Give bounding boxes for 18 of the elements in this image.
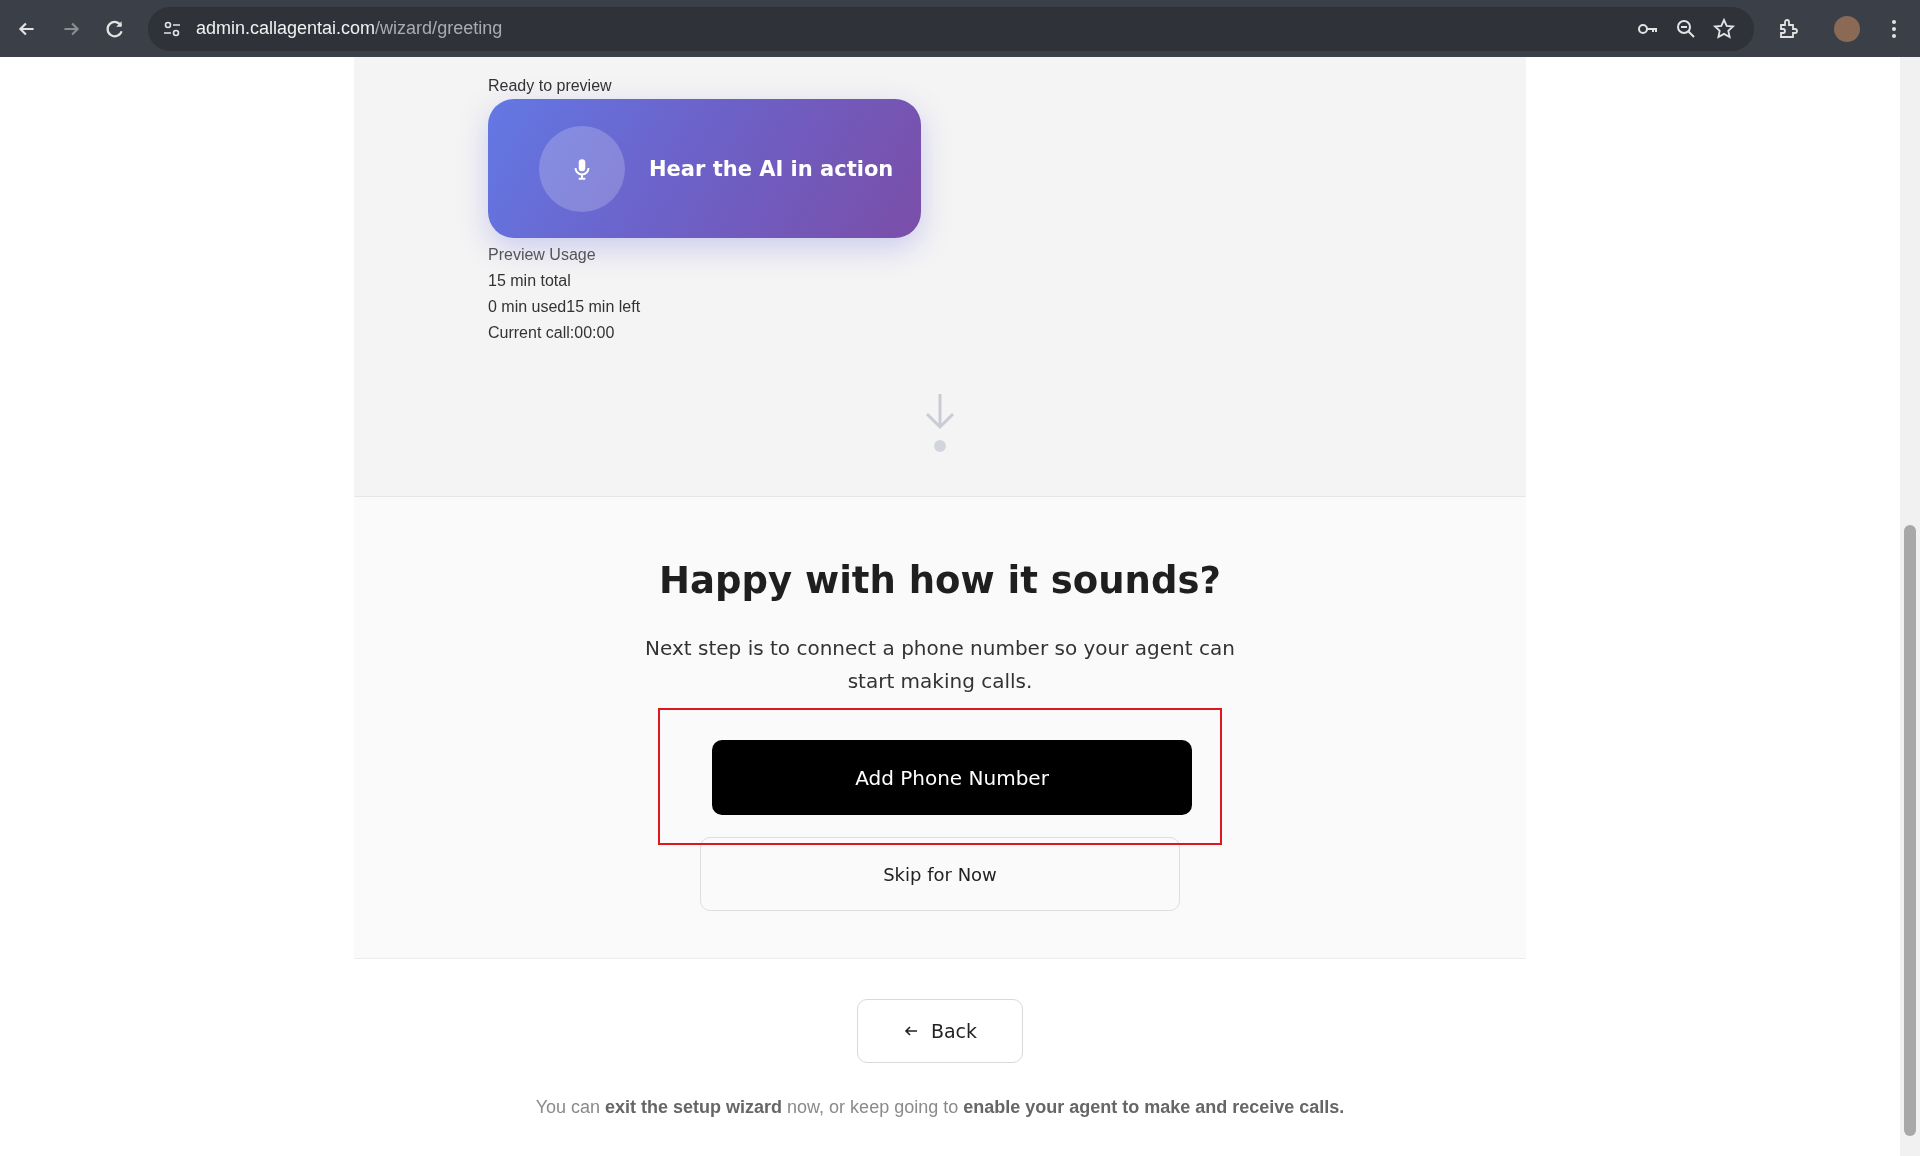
usage-text: 15 min total [488,271,572,291]
hear-ai-button[interactable]: Hear the AI in action [488,99,921,238]
star-icon[interactable] [1712,16,1736,41]
usage-text: 0 min used15 min left [488,297,642,317]
address-bar[interactable]: admin.callagentai.com/wizard/greeting [148,6,1754,51]
scrollbar[interactable] [1900,57,1920,1156]
footer-note: You can exit the setup wizard now, or keep going to enable your agent to make and receive calls. [535,1097,1345,1118]
step-dot [934,440,946,452]
usage-text: Current call:00:00 [488,323,616,343]
prompt-text: Next step is to connect a phone number so your agent can start making calls. [644,635,1236,695]
skip-button[interactable]: Skip for Now [700,837,1180,911]
preview-label: Ready to preview [488,76,613,96]
usage-title: Preview Usage [488,245,597,265]
scrollbar-thumb[interactable] [1904,525,1916,1136]
prompt-heading: Happy with how it sounds? [659,559,1221,602]
back-button[interactable]: Back [857,999,1023,1063]
url-text: admin.callagentai.com/wizard/greeting [196,18,503,39]
add-phone-button[interactable]: Add Phone Number [712,740,1192,815]
